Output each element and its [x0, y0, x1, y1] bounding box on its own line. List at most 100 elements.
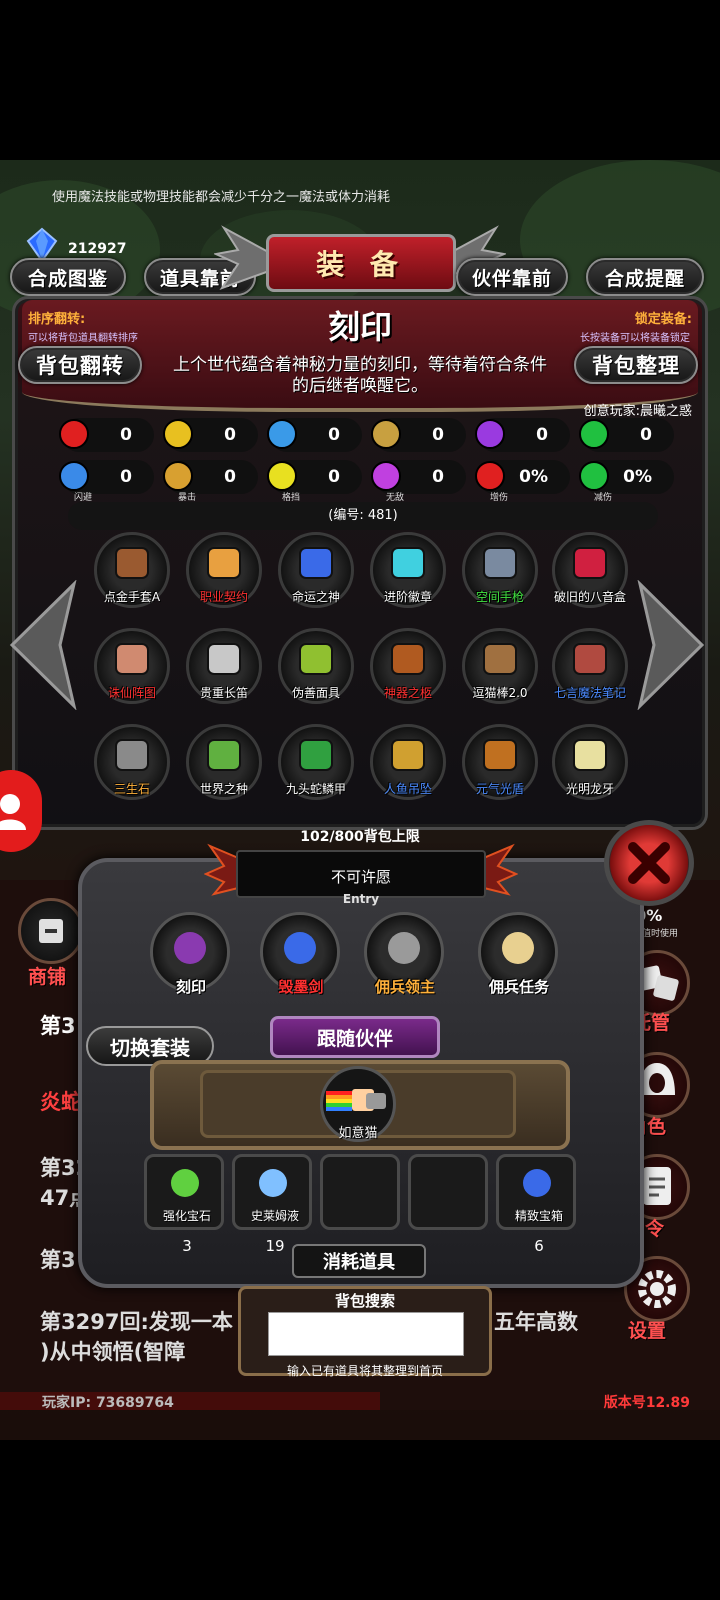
inventory-item[interactable]: 伪善面具: [274, 628, 358, 712]
partner-first-button[interactable]: 伙伴靠前: [456, 258, 568, 296]
synth-remind-button[interactable]: 合成提醒: [586, 258, 704, 296]
consumable-slot[interactable]: [408, 1154, 488, 1230]
action-mercenary-lord[interactable]: 佣兵领主: [360, 912, 450, 1002]
stat-invincible: 0 无敌: [371, 460, 466, 503]
item-name: 诛仙阵图: [107, 686, 156, 700]
slot-label: 精致宝箱: [514, 1209, 563, 1223]
inventory-item[interactable]: 七言魔法笔记: [548, 628, 632, 712]
action-engrave[interactable]: 刻印: [146, 912, 236, 1002]
item-name: 三生石: [113, 782, 150, 796]
advanced-badge-icon: [391, 547, 425, 579]
inventory-item[interactable]: 职业契约: [182, 532, 266, 616]
inventory-item[interactable]: 进阶徽章: [366, 532, 450, 616]
inventory-item[interactable]: 神器之柩: [366, 628, 450, 712]
inventory-item[interactable]: 三生石: [90, 724, 174, 808]
damage-down-icon: [579, 461, 609, 491]
mercenary-lord-icon: [388, 932, 420, 964]
action-horn[interactable]: 佣兵任务: [474, 912, 564, 1002]
gem-green-icon: [171, 1169, 199, 1197]
log-line: 炎蛇: [40, 1090, 82, 1114]
prev-page-arrow[interactable]: [8, 580, 78, 710]
stat-value: 0: [536, 425, 548, 445]
player-ip: 玩家IP: 73689764: [42, 1395, 174, 1411]
staff-icon: [371, 419, 401, 449]
heart-icon: [59, 419, 89, 449]
consumable-slot[interactable]: [320, 1154, 400, 1230]
bag-search-title: 背包搜索: [334, 1292, 395, 1310]
contract-scroll-icon: [207, 547, 241, 579]
version-number: 版本号12.89: [603, 1395, 690, 1411]
equip-tab[interactable]: 装 备: [266, 234, 456, 292]
follow-partner-button[interactable]: 跟随伙伴: [270, 1016, 440, 1058]
stat-value: 0: [120, 425, 132, 445]
slot-label: 史莱姆液: [250, 1209, 299, 1223]
bag-sort-button[interactable]: 背包整理: [574, 346, 698, 384]
sword-icon: [284, 932, 316, 964]
clover-icon: [579, 419, 609, 449]
bag-flip-button[interactable]: 背包翻转: [18, 346, 142, 384]
inventory-item[interactable]: 命运之神: [274, 532, 358, 616]
user-badge[interactable]: [0, 770, 42, 852]
chest-icon: [523, 1169, 551, 1197]
inventory-item[interactable]: 九头蛇鳞甲: [274, 724, 358, 808]
action-label: 佣兵任务: [488, 978, 549, 996]
inventory-item[interactable]: 破旧的八音盒: [548, 532, 632, 616]
log-line: )从中领悟(智障: [40, 1340, 186, 1364]
left-wing-ornament: [214, 225, 273, 290]
stat-value: 0: [432, 425, 444, 445]
consume-tab[interactable]: 消耗道具: [292, 1244, 426, 1278]
action-sword[interactable]: 毁墨剑: [256, 912, 346, 1002]
cat-wand-icon: [483, 643, 517, 675]
consumable-slot[interactable]: 史莱姆液 19: [232, 1154, 312, 1255]
stat-value: 0: [328, 467, 340, 487]
flute-icon: [207, 643, 241, 675]
stat-staff: 0: [371, 418, 466, 452]
stat-value: 0: [224, 425, 236, 445]
consumable-slot[interactable]: 精致宝箱 6: [496, 1154, 576, 1255]
horn-icon: [502, 932, 534, 964]
potion-icon: [259, 1169, 287, 1197]
inventory-item[interactable]: 点金手套A: [90, 532, 174, 616]
item-name: 七言魔法笔记: [553, 686, 626, 700]
seed-icon: [207, 739, 241, 771]
user-icon: [0, 794, 26, 830]
item-name: 命运之神: [291, 590, 340, 604]
item-name: 神器之柩: [383, 686, 432, 700]
item-name: 元气光盾: [475, 782, 524, 796]
stat-block: 0 格挡: [267, 460, 362, 503]
item-name: 光明龙牙: [565, 782, 614, 796]
music-box-icon: [573, 547, 607, 579]
synth-guide-button[interactable]: 合成图鉴: [10, 258, 126, 296]
inventory-item[interactable]: 人鱼吊坠: [366, 724, 450, 808]
inventory-item[interactable]: 光明龙牙: [548, 724, 632, 808]
stat-strength: 0: [163, 418, 258, 452]
partner-name: 如意猫: [338, 1126, 378, 1141]
dragon-tooth-icon: [573, 739, 607, 771]
item-name: 九头蛇鳞甲: [285, 782, 346, 796]
log-line: 第3: [40, 1014, 76, 1038]
inventory-item[interactable]: 诛仙阵图: [90, 628, 174, 712]
item-name: 贵重长笛: [199, 686, 248, 700]
item-name: 伪善面具: [291, 686, 340, 700]
tip-text: 使用魔法技能或物理技能都会减少千分之一魔法或体力消耗: [52, 190, 391, 205]
consumable-slot[interactable]: 强化宝石 3: [144, 1154, 224, 1255]
item-name: 空间手枪: [475, 590, 524, 604]
close-button[interactable]: [604, 820, 694, 906]
stat-value: 0%: [623, 467, 652, 487]
item-name: 世界之种: [199, 782, 248, 796]
next-page-arrow[interactable]: [636, 580, 706, 710]
inventory-item[interactable]: 元气光盾: [458, 724, 542, 808]
inventory-item[interactable]: 世界之种: [182, 724, 266, 808]
inventory-item[interactable]: 空间手枪: [458, 532, 542, 616]
item-name: 职业契约: [199, 590, 248, 604]
shop-label: 商铺: [28, 966, 67, 988]
shop-button[interactable]: [18, 898, 84, 964]
slot-count: 6: [534, 1237, 544, 1255]
inventory-item[interactable]: 贵重长笛: [182, 628, 266, 712]
stat-value: 0: [432, 467, 444, 487]
stat-value: 0: [328, 425, 340, 445]
bag-search-input[interactable]: [268, 1312, 464, 1356]
item-description: 上个世代蕴含着神秘力量的刻印，等待着符合条件的后继者唤醒它。: [173, 355, 547, 396]
inventory-item[interactable]: 逗猫棒2.0: [458, 628, 542, 712]
log-line: 第3: [40, 1248, 76, 1272]
